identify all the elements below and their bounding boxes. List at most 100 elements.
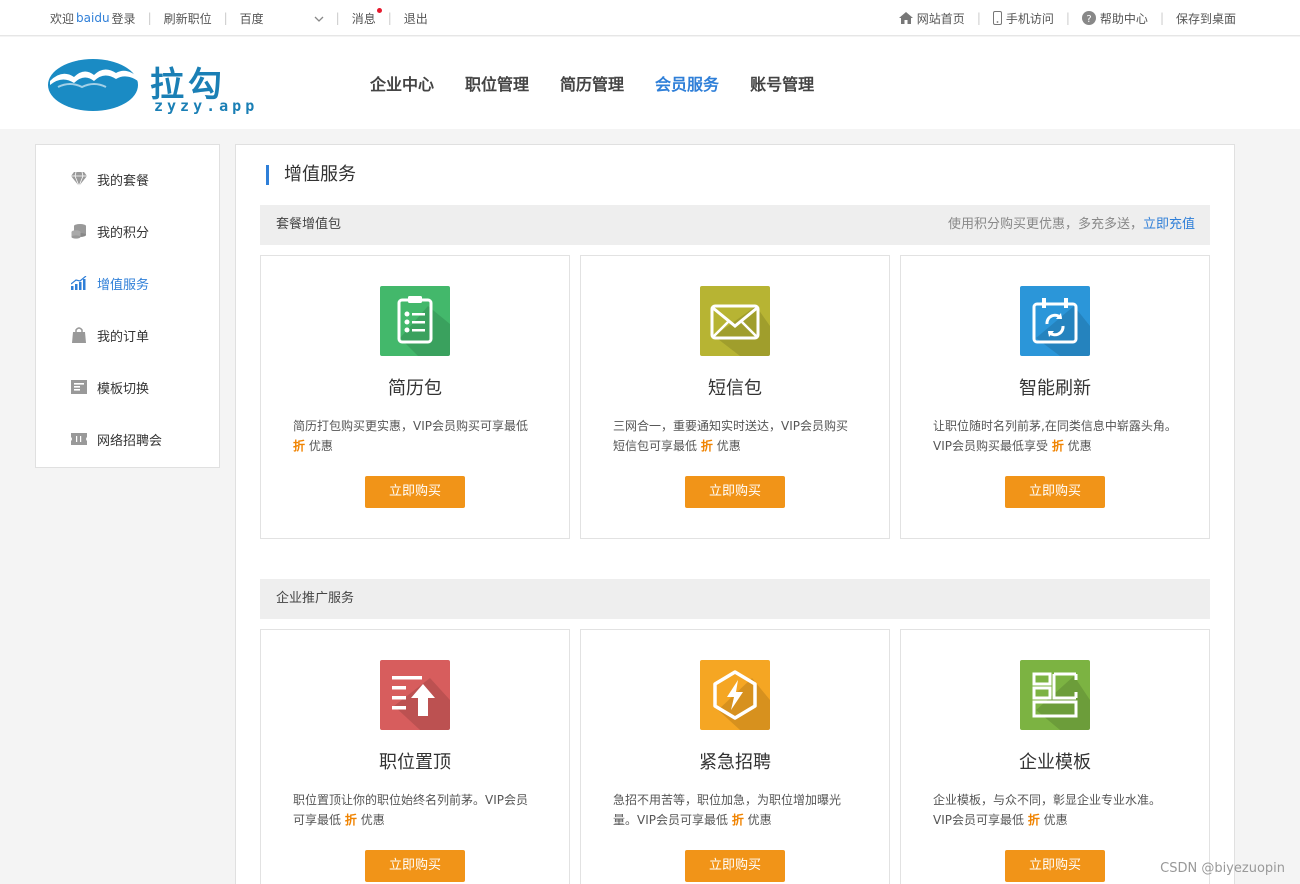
service-card-job-top: 职位置顶 职位置顶让你的职位始终名列前茅。VIP会员 可享最低 折 优惠 立即购… [260,629,570,884]
buy-now-button[interactable]: 立即购买 [365,476,465,508]
logo-subtext: zyzy.app [154,97,259,115]
search-engine-value: 百度 [239,11,264,26]
card-desc-suffix: 优惠 [716,439,741,453]
discount-mark: 折 [731,813,744,827]
section-title: 套餐增值包 [276,217,342,232]
section-title: 企业推广服务 [276,591,355,606]
card-desc-line: 简历打包购买更实惠，VIP会员购买可享最低 [293,419,528,433]
sidebar-item-label: 网络招聘会 [97,433,163,449]
top-arrow-icon [380,660,450,730]
divider: | [1159,11,1164,25]
divider: | [223,11,228,25]
card-desc-line: 职位置顶让你的职位始终名列前茅。VIP会员 [293,793,528,807]
buy-now-button[interactable]: 立即购买 [685,476,785,508]
sidebar-item-label: 我的积分 [97,225,150,241]
card-description: 三网合一，重要通知实时送达，VIP会员购买 短信包可享最低 折 优惠 [613,416,863,456]
nav-company-center[interactable]: 企业中心 [370,71,434,95]
sidebar-item-my-package[interactable]: 我的套餐 [71,169,149,189]
card-desc-suffix: 优惠 [1043,813,1068,827]
watermark-text: CSDN @biyezuopin [1160,861,1285,876]
site-logo[interactable]: 拉勾 zyzy.app [48,57,268,117]
divider: | [147,11,152,25]
mobile-label: 手机访问 [1005,11,1054,26]
divider: | [335,11,340,25]
help-icon: ? [1081,11,1096,25]
template-icon [71,379,87,395]
recharge-now-link[interactable]: 立即充值 [1143,217,1195,232]
save-desktop-link[interactable]: 保存到桌面 [1176,10,1236,27]
card-desc-line: 急招不用苦等，职位加急，为职位增加曝光 [613,793,842,807]
welcome-label: 欢迎 [50,11,75,26]
sidebar-item-online-job-fair[interactable]: 网络招聘会 [71,429,162,449]
discount-mark: 折 [700,439,713,453]
chevron-down-icon [314,11,324,25]
service-card-smart-refresh: 智能刷新 让职位随时名列前茅,在同类信息中崭露头角。 VIP会员购买最低享受 折… [900,255,1210,539]
lightning-icon [700,660,770,730]
buy-now-button[interactable]: 立即购买 [685,850,785,882]
card-desc-line: 企业模板，与众不同，彰显企业专业水准。 [933,793,1162,807]
card-title: 职位置顶 [379,752,451,773]
coins-icon [71,223,87,239]
login-link[interactable]: 登录 [112,10,136,27]
help-link[interactable]: ? 帮助中心 [1081,10,1148,27]
chart-icon [71,275,87,291]
bag-icon [71,327,87,343]
messages-link[interactable]: 消息 [351,7,382,27]
card-desc-line: 量。VIP会员可享最低 [613,813,728,827]
buy-now-button[interactable]: 立即购买 [1005,476,1105,508]
welcome-text: 欢迎 baidu 登录 [50,10,136,27]
nav-account-management[interactable]: 账号管理 [750,71,814,95]
nav-job-management[interactable]: 职位管理 [465,71,529,95]
service-card-company-template: 企业模板 企业模板，与众不同，彰显企业专业水准。 VIP会员可享最低 折 优惠 … [900,629,1210,884]
buy-now-button[interactable]: 立即购买 [365,850,465,882]
sidebar-item-value-added-services[interactable]: 增值服务 [71,273,149,293]
username-link[interactable]: baidu [76,11,110,25]
topbar-left: 欢迎 baidu 登录 | 刷新职位 | 百度 | 消息 | 退出 [50,0,428,36]
notification-dot [376,7,382,13]
card-desc-line: 短信包可享最低 [613,439,698,453]
ticket-icon [71,431,87,447]
buy-now-button[interactable]: 立即购买 [1005,850,1105,882]
sidebar: 我的套餐 我的积分 增值服务 我的订单 模板切换 网络招聘会 [35,144,220,468]
card-title: 智能刷新 [1019,378,1091,399]
card-description: 急招不用苦等，职位加急，为职位增加曝光 量。VIP会员可享最低 折 优惠 [613,790,863,830]
sidebar-item-label: 我的订单 [97,329,150,345]
home-label: 网站首页 [916,11,965,26]
card-description: 简历打包购买更实惠，VIP会员购买可享最低 折 优惠 [293,416,543,456]
home-link[interactable]: 网站首页 [898,10,965,27]
diamond-icon [71,171,87,187]
card-desc-line: 三网合一，重要通知实时送达，VIP会员购买 [613,419,848,433]
section-header-package-addons: 套餐增值包 使用积分购买更优惠，多充多送，立即充值 [260,205,1210,245]
section-note-text: 使用积分购买更优惠，多充多送， [947,217,1143,232]
divider: | [387,11,392,25]
top-utility-bar: 欢迎 baidu 登录 | 刷新职位 | 百度 | 消息 | 退出 网站首页 | [0,0,1300,36]
mobile-icon [992,11,1002,25]
divider: | [976,11,981,25]
card-title: 短信包 [708,378,762,399]
service-card-urgent-hiring: 紧急招聘 急招不用苦等，职位加急，为职位增加曝光 量。VIP会员可享最低 折 优… [580,629,890,884]
section-header-promotion-services: 企业推广服务 [260,579,1210,619]
sidebar-item-my-points[interactable]: 我的积分 [71,221,149,241]
mobile-link[interactable]: 手机访问 [992,10,1054,27]
card-description: 企业模板，与众不同，彰显企业专业水准。 VIP会员可享最低 折 优惠 [933,790,1183,830]
nav-member-services[interactable]: 会员服务 [655,71,719,95]
card-description: 职位置顶让你的职位始终名列前茅。VIP会员 可享最低 折 优惠 [293,790,543,830]
card-desc-suffix: 优惠 [360,813,385,827]
refresh-calendar-icon [1020,286,1090,356]
template-grid-icon [1020,660,1090,730]
card-title: 简历包 [388,378,442,399]
main-nav: 企业中心 职位管理 简历管理 会员服务 账号管理 [370,37,845,129]
logout-link[interactable]: 退出 [404,10,428,27]
discount-mark: 折 [344,813,357,827]
search-engine-select[interactable]: 百度 [240,10,324,27]
card-desc-suffix: 优惠 [308,439,333,453]
sidebar-item-my-orders[interactable]: 我的订单 [71,325,149,345]
service-card-sms-pack: 短信包 三网合一，重要通知实时送达，VIP会员购买 短信包可享最低 折 优惠 立… [580,255,890,539]
site-header: 拉勾 zyzy.app 企业中心 职位管理 简历管理 会员服务 账号管理 [0,37,1300,129]
nav-resume-management[interactable]: 简历管理 [560,71,624,95]
discount-mark: 折 [293,439,306,453]
sidebar-item-template-switch[interactable]: 模板切换 [71,377,149,397]
messages-label: 消息 [351,11,376,26]
refresh-jobs-link[interactable]: 刷新职位 [164,10,212,27]
envelope-icon [700,286,770,356]
